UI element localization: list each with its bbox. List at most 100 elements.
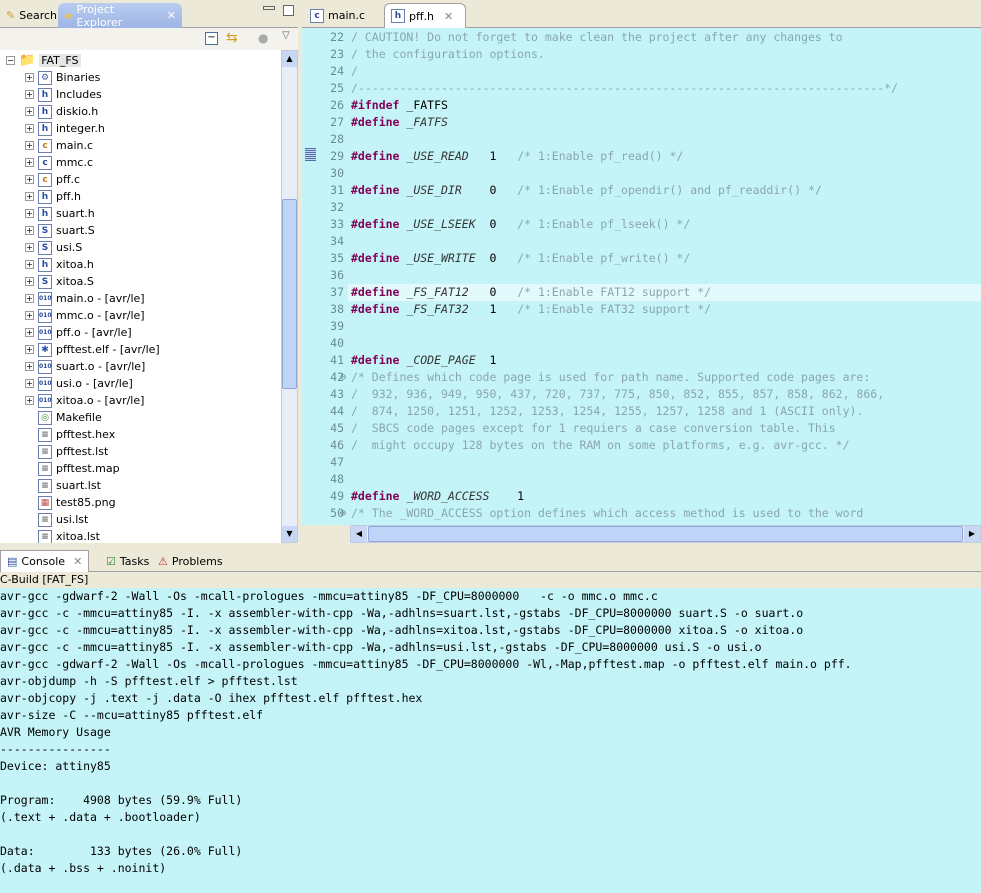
code-line: 40 — [302, 335, 981, 352]
tree-item[interactable]: ≡ usi.lst — [0, 511, 281, 528]
expand-toggle[interactable]: + — [25, 175, 34, 184]
tree-item[interactable]: + c main.c — [0, 137, 281, 154]
console-line: (.data + .bss + .noinit) — [0, 861, 167, 875]
expand-toggle[interactable]: + — [25, 141, 34, 150]
expand-toggle[interactable]: + — [25, 379, 34, 388]
tree-item[interactable]: ≡ suart.lst — [0, 477, 281, 494]
expand-toggle[interactable]: + — [25, 345, 34, 354]
expand-toggle[interactable]: + — [25, 124, 34, 133]
view-menu-icon[interactable]: ▽ — [282, 30, 290, 41]
expand-toggle[interactable]: + — [25, 260, 34, 269]
tree-item[interactable]: + h integer.h — [0, 120, 281, 137]
line-number: 35 — [330, 251, 344, 265]
code-text: /* Defines which code page is used for p… — [351, 369, 870, 386]
tree-item[interactable]: + ✱ pfftest.elf - [avr/le] — [0, 341, 281, 358]
filters-icon[interactable]: ● — [258, 31, 268, 45]
code-token: #define — [351, 251, 400, 265]
tab-problems[interactable]: ⚠ Problems — [152, 550, 229, 572]
code-line: 48 — [302, 471, 981, 488]
tree-item[interactable]: + c pff.c — [0, 171, 281, 188]
tree-item-label: xitoa.S — [56, 275, 94, 288]
file-file-icon: ≡ — [38, 444, 52, 459]
scroll-right-button[interactable]: ▶ — [964, 526, 980, 542]
close-icon[interactable]: ✕ — [444, 10, 453, 23]
expand-toggle[interactable]: + — [25, 209, 34, 218]
tree-item[interactable]: + Sxitoa.S — [0, 273, 281, 290]
line-number: 38 — [330, 302, 344, 316]
tab-search[interactable]: ✎ Search — [0, 3, 63, 28]
expand-toggle[interactable]: + — [25, 294, 34, 303]
tree-item[interactable]: ▦ test85.png — [0, 494, 281, 511]
expand-toggle[interactable]: + — [25, 90, 34, 99]
tree-item[interactable]: +010 suart.o - [avr/le] — [0, 358, 281, 375]
tree-item[interactable]: + h diskio.h — [0, 103, 281, 120]
editor-tabbar: c main.c h pff.h ✕ — [302, 0, 981, 28]
console-output[interactable]: avr-gcc -gdwarf-2 -Wall -Os -mcall-prolo… — [0, 588, 981, 893]
console-line: ---------------- — [0, 742, 111, 756]
collapse-toggle[interactable]: − — [6, 56, 15, 65]
expand-toggle[interactable]: + — [25, 396, 34, 405]
tab-main-c[interactable]: c main.c — [304, 3, 371, 28]
maximize-button[interactable] — [283, 5, 294, 16]
tree-item[interactable]: +010 mmc.o - [avr/le] — [0, 307, 281, 324]
collapse-all-icon[interactable]: − — [205, 32, 218, 45]
expand-toggle[interactable]: + — [25, 243, 34, 252]
tree-item[interactable]: +010 pff.o - [avr/le] — [0, 324, 281, 341]
code-token: / — [351, 64, 358, 78]
tab-tasks[interactable]: ☑ Tasks — [100, 550, 155, 572]
tree-item-label: suart.o - [avr/le] — [56, 360, 146, 373]
tree-item-label: Binaries — [56, 71, 101, 84]
tree-item[interactable]: ≡ pfftest.map — [0, 460, 281, 477]
tree-item[interactable]: ≡ pfftest.lst — [0, 443, 281, 460]
code-editor[interactable]: 22 / CAUTION! Do not forget to make clean… — [302, 28, 981, 525]
tab-pff-h[interactable]: h pff.h ✕ — [384, 3, 466, 28]
tree-item[interactable]: + h suart.h — [0, 205, 281, 222]
tree-item-label: test85.png — [56, 496, 116, 509]
tree-item[interactable]: + ⚙ Binaries — [0, 69, 281, 86]
code-text: #define _CODE_PAGE 1 — [351, 352, 496, 369]
expand-toggle[interactable]: + — [25, 311, 34, 320]
expand-toggle[interactable]: + — [25, 362, 34, 371]
close-icon[interactable]: ✕ — [73, 555, 82, 568]
expand-toggle[interactable]: + — [25, 277, 34, 286]
tree-item[interactable]: + Ssuart.S — [0, 222, 281, 239]
code-line: 47 — [302, 454, 981, 471]
tree-root[interactable]: − 📁 FAT_FS — [0, 52, 281, 69]
tree-item[interactable]: +010 main.o - [avr/le] — [0, 290, 281, 307]
o-file-icon: 010 — [38, 308, 52, 323]
tree-item[interactable]: + h pff.h — [0, 188, 281, 205]
tree-item[interactable]: + h Includes — [0, 86, 281, 103]
tree-scrollbar[interactable]: ▲ ▼ — [281, 50, 298, 543]
tree-item[interactable]: ≡ xitoa.lst — [0, 528, 281, 543]
tab-project-explorer[interactable]: ▰ Project Explorer ✕ — [58, 3, 182, 29]
close-icon[interactable]: ✕ — [167, 9, 176, 22]
tree-item[interactable]: +010 usi.o - [avr/le] — [0, 375, 281, 392]
tab-console[interactable]: ▤ Console ✕ — [0, 550, 90, 572]
scroll-up-button[interactable]: ▲ — [282, 51, 297, 67]
tree-item[interactable]: +010 xitoa.o - [avr/le] — [0, 392, 281, 409]
tree-item[interactable]: + c mmc.c — [0, 154, 281, 171]
tree-item-label: Makefile — [56, 411, 102, 424]
tree-item[interactable]: + Susi.S — [0, 239, 281, 256]
link-editor-icon[interactable]: ⇆ — [226, 30, 238, 46]
image-file-icon: ▦ — [38, 495, 52, 510]
minimize-button[interactable] — [263, 6, 275, 10]
expand-toggle[interactable]: + — [25, 158, 34, 167]
code-token: _FS_FAT12 — [399, 285, 469, 299]
scroll-left-button[interactable]: ◀ — [351, 526, 367, 542]
expand-toggle[interactable]: + — [25, 226, 34, 235]
scroll-down-button[interactable]: ▼ — [282, 526, 297, 542]
line-number: 42 — [330, 370, 344, 384]
tree-item[interactable]: ≡ pfftest.hex — [0, 426, 281, 443]
tree-item[interactable]: ◎ Makefile — [0, 409, 281, 426]
expand-toggle[interactable]: + — [25, 107, 34, 116]
expand-toggle[interactable]: + — [25, 328, 34, 337]
editor-hscrollbar[interactable]: ◀ ▶ — [350, 525, 981, 543]
tree-item[interactable]: + h xitoa.h — [0, 256, 281, 273]
tree-item-label: diskio.h — [56, 105, 99, 118]
expand-toggle[interactable]: + — [25, 73, 34, 82]
scroll-thumb[interactable] — [368, 526, 963, 542]
expand-toggle[interactable]: + — [25, 192, 34, 201]
scroll-thumb[interactable] — [282, 199, 297, 389]
